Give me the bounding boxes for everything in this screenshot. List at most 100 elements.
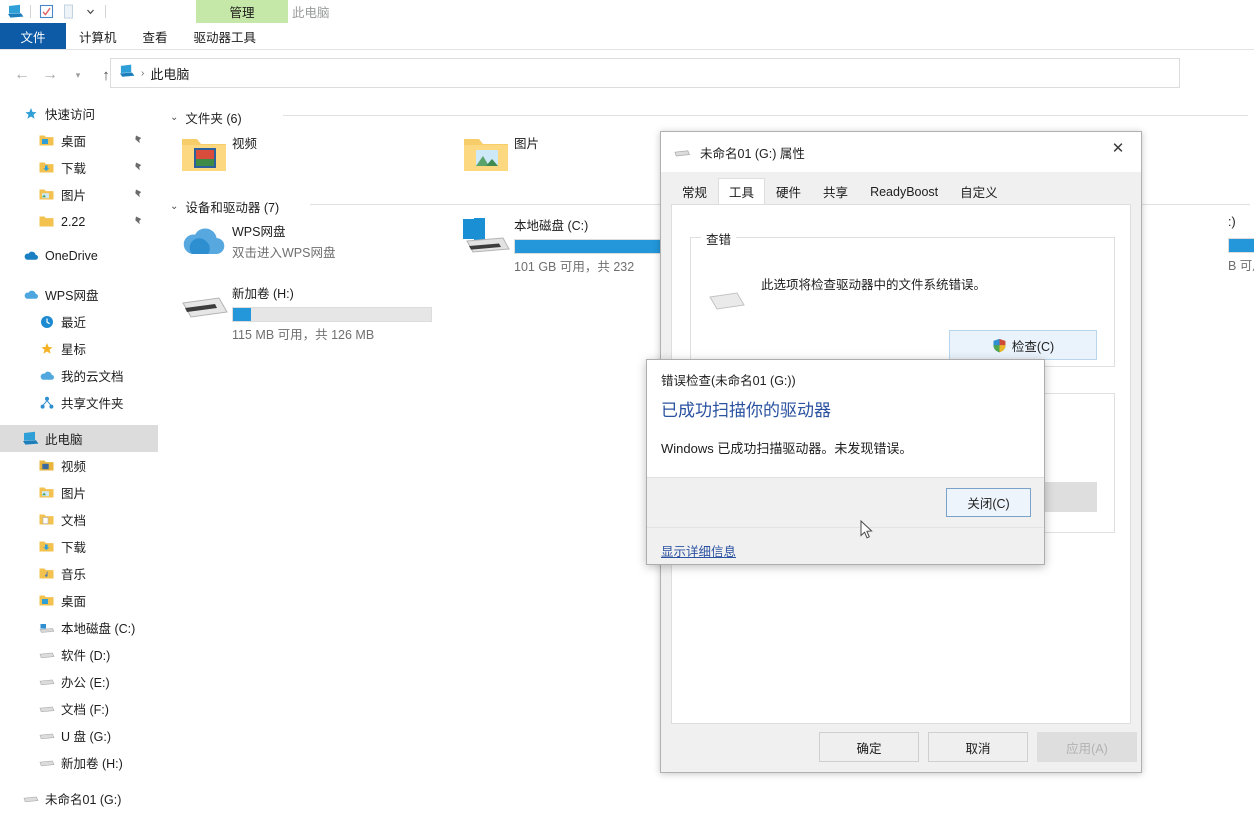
sidebar-item-downloads-qa[interactable]: 下载 xyxy=(0,154,158,181)
error-checking-group: 查错 此选项将检查驱动器中的文件系统错误。 检查(C) xyxy=(690,229,1115,367)
sidebar-item-documents[interactable]: 文档 xyxy=(0,506,158,533)
close-icon[interactable]: ✕ xyxy=(1095,132,1141,164)
sidebar-item-unnamed01-g[interactable]: 未命名01 (G:) xyxy=(0,785,158,812)
drive-capacity: 115 MB 可用，共 126 MB xyxy=(232,328,375,342)
sidebar-item-onedrive[interactable]: OneDrive xyxy=(0,242,158,269)
sidebar-item-this-pc[interactable]: 此电脑 xyxy=(0,425,158,452)
group-header-folders[interactable]: ⌄ 文件夹 (6) xyxy=(170,108,242,127)
pin-icon[interactable] xyxy=(133,161,144,175)
dialog-footer: 确定 取消 应用(A) xyxy=(661,724,1141,772)
drive-tile-wps-cloud[interactable]: WPS网盘 双击进入WPS网盘 xyxy=(176,218,335,268)
tab-general[interactable]: 常规 xyxy=(671,178,719,205)
sidebar-item-pictures-qa[interactable]: 图片 xyxy=(0,181,158,208)
sidebar-label: WPS网盘 xyxy=(45,289,99,303)
drive-tile-clipped-right[interactable]: :) B 可用，共 158 GB xyxy=(1228,212,1254,274)
clock-icon xyxy=(38,313,55,330)
drive-usage-fill xyxy=(233,308,251,321)
drive-icon xyxy=(673,143,693,161)
drive-usage-bar xyxy=(1228,238,1254,253)
this-pc-crumb-icon xyxy=(119,64,135,83)
error-dialog-heading: 已成功扫描你的驱动器 xyxy=(661,401,831,420)
drive-icon xyxy=(176,280,232,330)
sidebar-label: 快速访问 xyxy=(45,108,96,122)
address-input[interactable]: › 此电脑 xyxy=(110,58,1180,88)
ok-button[interactable]: 确定 xyxy=(819,732,919,762)
tab-tools[interactable]: 工具 xyxy=(718,178,766,205)
star-pin-icon xyxy=(22,105,39,122)
sidebar-item-music[interactable]: 音乐 xyxy=(0,560,158,587)
quick-access-toolbar xyxy=(0,0,1254,23)
sidebar-label: 桌面 xyxy=(61,135,87,149)
sidebar-item-starred[interactable]: 星标 xyxy=(0,335,158,362)
properties-icon[interactable] xyxy=(35,2,57,22)
contextual-tab-group-label: 管理 xyxy=(196,0,288,23)
tile-text: WPS网盘 双击进入WPS网盘 xyxy=(232,218,335,261)
sidebar-item-222[interactable]: 2.22 xyxy=(0,208,158,235)
pin-icon[interactable] xyxy=(133,215,144,229)
breadcrumb[interactable]: 此电脑 xyxy=(150,64,189,83)
sidebar-label: 星标 xyxy=(61,343,87,357)
sidebar-item-desktop[interactable]: 桌面 xyxy=(0,587,158,614)
recent-locations-icon[interactable]: ▾ xyxy=(64,62,92,88)
downloads-folder-icon xyxy=(38,538,55,555)
folder-tile-pictures[interactable]: 图片 xyxy=(458,130,539,180)
forward-icon[interactable]: → xyxy=(36,62,64,88)
sidebar-label: 我的云文档 xyxy=(61,370,124,384)
dialog-title-bar[interactable]: 未命名01 (G:) 属性 ✕ xyxy=(661,132,1141,172)
sidebar-item-videos[interactable]: 视频 xyxy=(0,452,158,479)
wps-cloud-icon xyxy=(22,286,39,303)
close-button[interactable]: 关闭(C) xyxy=(946,488,1031,517)
sidebar-item-local-disk-c[interactable]: 本地磁盘 (C:) xyxy=(0,614,158,641)
sidebar-label: 2.22 xyxy=(61,214,86,229)
cancel-button[interactable]: 取消 xyxy=(928,732,1028,762)
tab-sharing[interactable]: 共享 xyxy=(812,178,860,205)
sidebar-item-drive-h[interactable]: 新加卷 (H:) xyxy=(0,749,158,776)
sidebar-item-my-cloud-docs[interactable]: 我的云文档 xyxy=(0,362,158,389)
folder-icon xyxy=(38,213,55,230)
sidebar-item-quick-access[interactable]: 快速访问 xyxy=(0,100,158,127)
tab-hardware[interactable]: 硬件 xyxy=(765,178,813,205)
sidebar-item-downloads[interactable]: 下载 xyxy=(0,533,158,560)
sidebar-item-drive-d[interactable]: 软件 (D:) xyxy=(0,641,158,668)
pin-icon[interactable] xyxy=(133,188,144,202)
tab-computer[interactable]: 计算机 xyxy=(66,23,130,49)
customize-dropdown-icon[interactable] xyxy=(79,2,101,22)
sidebar-item-desktop-qa[interactable]: 桌面 xyxy=(0,127,158,154)
new-folder-icon[interactable] xyxy=(57,2,79,22)
videos-folder-icon xyxy=(176,130,232,180)
tab-readyboost[interactable]: ReadyBoost xyxy=(859,178,950,205)
chevron-down-icon[interactable]: ⌄ xyxy=(170,201,178,212)
group-title: 文件夹 (6) xyxy=(185,112,242,126)
sidebar-item-drive-e[interactable]: 办公 (E:) xyxy=(0,668,158,695)
navigation-pane[interactable]: 快速访问 桌面 下载 图片 2.22 OneDrive WPS网盘 最近 星标 … xyxy=(0,100,158,833)
back-icon[interactable]: ← xyxy=(8,62,36,88)
sidebar-item-pictures[interactable]: 图片 xyxy=(0,479,158,506)
drive-tile-newvolume-h[interactable]: 新加卷 (H:) 115 MB 可用，共 126 MB xyxy=(176,280,432,343)
folder-tile-videos[interactable]: 视频 xyxy=(176,130,257,180)
cancel-button-label: 取消 xyxy=(965,741,991,756)
sidebar-item-wps-cloud[interactable]: WPS网盘 xyxy=(0,281,158,308)
videos-folder-icon xyxy=(38,457,55,474)
pin-icon[interactable] xyxy=(133,134,144,148)
chevron-down-icon[interactable]: ⌄ xyxy=(170,112,178,123)
sidebar-label: 共享文件夹 xyxy=(61,397,124,411)
tile-text: 视频 xyxy=(232,130,257,152)
sidebar-item-recent[interactable]: 最近 xyxy=(0,308,158,335)
tab-drive-tools[interactable]: 驱动器工具 xyxy=(180,23,270,49)
sidebar-item-drive-f[interactable]: 文档 (F:) xyxy=(0,695,158,722)
tab-customize[interactable]: 自定义 xyxy=(949,178,1009,205)
sidebar-item-shared-folder[interactable]: 共享文件夹 xyxy=(0,389,158,416)
tab-view[interactable]: 查看 xyxy=(130,23,181,49)
sidebar-item-usb-drive-g[interactable]: U 盘 (G:) xyxy=(0,722,158,749)
show-details-link[interactable]: 显示详细信息 xyxy=(661,541,736,560)
sidebar-label: 下载 xyxy=(61,541,87,555)
sidebar-label: 下载 xyxy=(61,162,87,176)
group-header-devices[interactable]: ⌄ 设备和驱动器 (7) xyxy=(170,197,279,216)
this-pc-icon[interactable] xyxy=(4,2,26,22)
this-pc-icon xyxy=(22,430,39,447)
sidebar-label: 音乐 xyxy=(61,568,87,582)
group-divider xyxy=(283,115,1248,116)
check-button[interactable]: 检查(C) xyxy=(949,330,1097,360)
tab-file[interactable]: 文件 xyxy=(0,23,66,49)
apply-button[interactable]: 应用(A) xyxy=(1037,732,1137,762)
